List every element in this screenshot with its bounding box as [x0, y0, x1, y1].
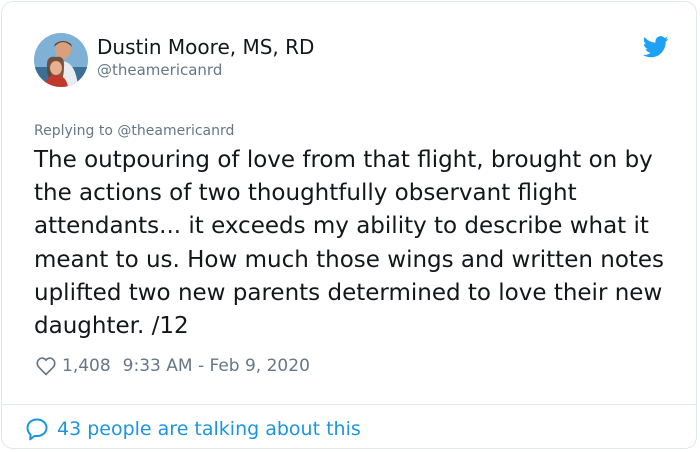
author-avatar[interactable] — [34, 33, 88, 87]
speech-bubble-icon — [26, 418, 48, 441]
tweet-meta: 1,408 9:33 AM - Feb 9, 2020 — [35, 353, 310, 379]
twitter-bird-icon[interactable] — [642, 36, 669, 58]
heart-icon[interactable] — [35, 355, 57, 377]
replying-to-prefix: Replying to — [34, 123, 118, 139]
tweet-text: The outpouring of love from that flight,… — [34, 147, 665, 340]
tweet-timestamp[interactable]: 9:33 AM - Feb 9, 2020 — [123, 356, 310, 376]
like-count[interactable]: 1,408 — [62, 356, 111, 376]
footer-divider — [2, 404, 696, 405]
replying-to-handle[interactable]: @theamericanrd — [117, 123, 234, 139]
conversation-link[interactable]: 43 people are talking about this — [25, 416, 361, 442]
author-handle[interactable]: @theamericanrd — [97, 61, 222, 79]
author-display-name[interactable]: Dustin Moore, MS, RD — [97, 35, 314, 59]
conversation-label[interactable]: 43 people are talking about this — [57, 418, 361, 440]
tweet-card: Dustin Moore, MS, RD @theamericanrd Repl… — [1, 1, 697, 449]
replying-to-line: Replying to @theamericanrd — [34, 123, 234, 140]
